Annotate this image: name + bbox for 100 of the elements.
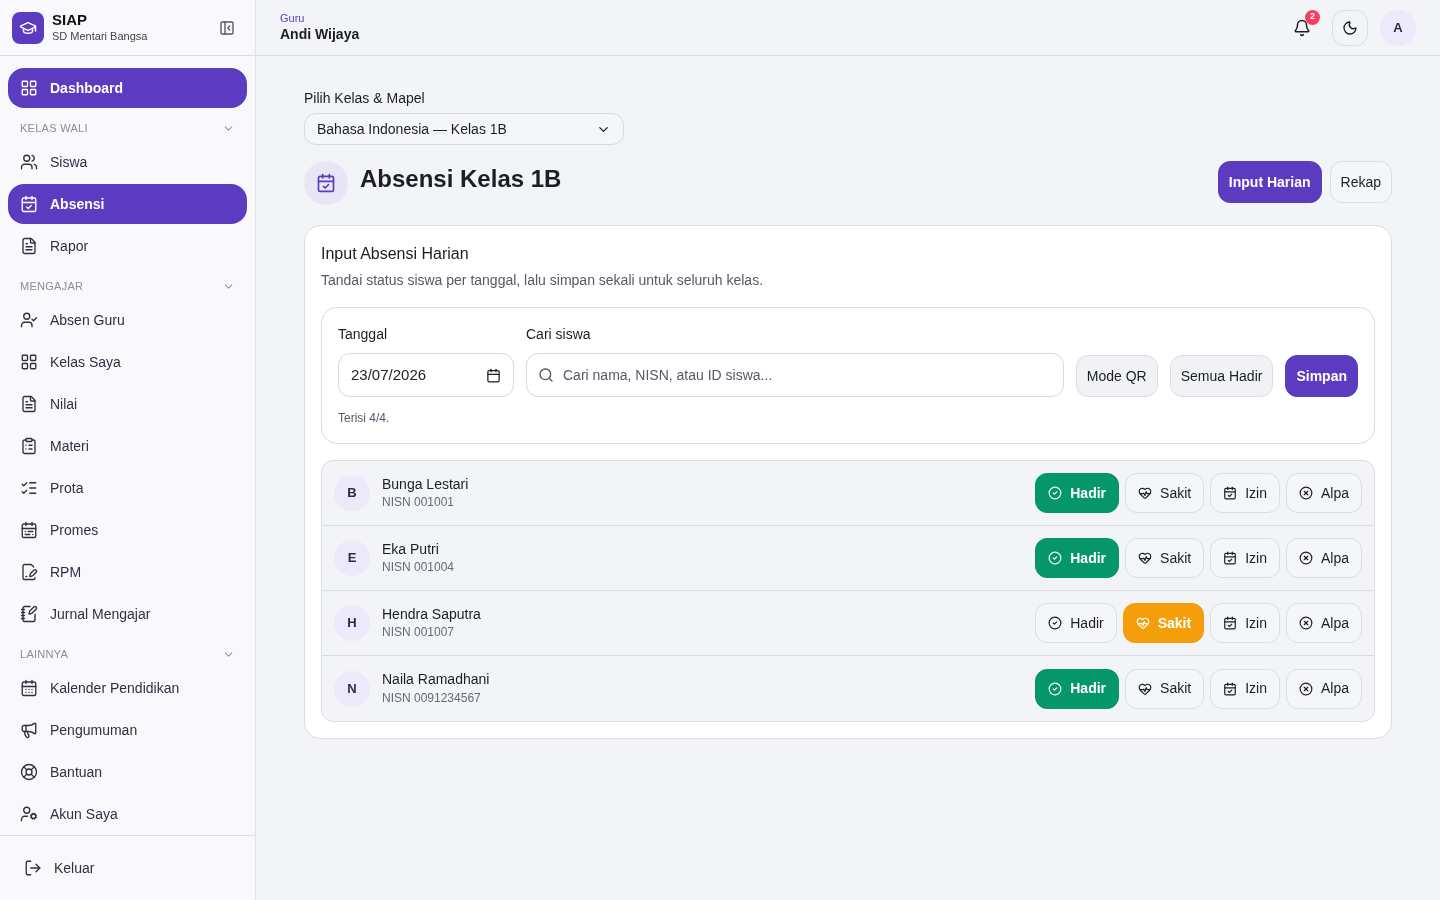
sidebar-item[interactable]: Jurnal Mengajar [8, 594, 247, 634]
student-avatar: H [334, 605, 370, 641]
student-name: Hendra Saputra [382, 605, 482, 624]
filled-count: Terisi 4/4. [338, 410, 391, 427]
document-icon [20, 395, 38, 413]
bell-icon [1293, 18, 1311, 37]
x-circle-icon [1298, 551, 1313, 565]
date-field[interactable]: 23/07/2026 [338, 353, 514, 397]
section-heading: LAINNYA [20, 646, 69, 662]
calendar-check-icon [1223, 616, 1238, 630]
status-button[interactable]: Hadir [1035, 668, 1120, 709]
notifications-button[interactable]: 2 [1284, 9, 1320, 46]
search-label: Cari siswa [526, 325, 592, 344]
user-check-icon [20, 311, 38, 329]
status-button[interactable]: Hadir [1035, 473, 1120, 513]
status-button[interactable]: Alpa [1285, 473, 1362, 513]
card-title: Input Absensi Harian [321, 244, 470, 264]
x-circle-icon [1298, 486, 1313, 500]
check-circle-icon [1048, 616, 1063, 630]
status-button[interactable]: Izin [1210, 473, 1280, 513]
sidebar-item[interactable]: Kalender Pendidikan [8, 668, 247, 708]
lifebuoy-icon [20, 763, 38, 781]
student-avatar: E [334, 540, 370, 576]
calendar-icon [20, 521, 38, 539]
sidebar-item[interactable]: Kelas Saya [8, 342, 247, 382]
sidebar-item[interactable]: Bantuan [8, 752, 247, 792]
sidebar-item[interactable]: Akun Saya [8, 794, 247, 834]
sidebar-item[interactable]: Siswa [8, 142, 247, 182]
logout-icon [24, 859, 42, 877]
sidebar-item[interactable]: Prota [8, 468, 247, 508]
app-name: SIAP [52, 11, 88, 30]
action-button[interactable]: Simpan [1285, 355, 1358, 397]
calendar-check-icon [1223, 486, 1238, 500]
status-button[interactable]: Izin [1210, 603, 1280, 643]
status-button[interactable]: Alpa [1285, 603, 1362, 643]
check-circle-icon [1048, 486, 1063, 500]
status-button[interactable]: Sakit [1125, 668, 1205, 709]
status-button[interactable]: Alpa [1285, 668, 1362, 709]
notebook-pen-icon [20, 605, 38, 623]
sidebar-item[interactable]: Absen Guru [8, 300, 247, 340]
student-name: Bunga Lestari [382, 475, 470, 494]
x-circle-icon [1298, 616, 1313, 630]
status-button[interactable]: Sakit [1125, 473, 1205, 513]
collapse-sidebar-icon[interactable] [219, 19, 235, 36]
student-name: Eka Putri [382, 540, 440, 559]
student-nisn: NISN 001001 [382, 495, 456, 511]
notification-badge: 2 [1305, 9, 1320, 25]
view-tab[interactable]: Input Harian [1217, 161, 1322, 203]
sidebar-item[interactable]: Pengumuman [8, 710, 247, 750]
check-circle-icon [1048, 681, 1063, 696]
view-tab[interactable]: Rekap [1329, 161, 1392, 203]
heart-pulse-icon [1138, 551, 1153, 565]
document-pen-icon [20, 563, 38, 581]
sidebar-item[interactable]: Promes [8, 510, 247, 550]
status-button[interactable]: Hadir [1035, 603, 1117, 643]
heart-pulse-icon [1138, 681, 1153, 696]
grid-icon [20, 79, 38, 97]
card-subtitle: Tandai status siswa per tanggal, lalu simpan sekali untuk seluruh kelas. [321, 271, 765, 290]
student-name: Naila Ramadhani [382, 671, 491, 689]
sidebar-item[interactable]: Rapor [8, 226, 247, 266]
sidebar-item[interactable]: Nilai [8, 384, 247, 424]
search-field[interactable]: Cari nama, NISN, atau ID siswa... [526, 353, 1064, 397]
users-icon [20, 153, 38, 171]
sidebar-item[interactable]: RPM [8, 552, 247, 592]
calendar-check-icon [20, 195, 38, 213]
calendar-check-icon [1223, 681, 1238, 696]
action-button[interactable]: Mode QR [1075, 355, 1158, 397]
grid-icon [20, 353, 38, 371]
status-button[interactable]: Izin [1210, 668, 1280, 709]
user-avatar[interactable]: A [1380, 9, 1416, 46]
user-gear-icon [20, 805, 38, 823]
student-avatar: B [334, 475, 370, 511]
status-button[interactable]: Alpa [1285, 538, 1362, 578]
logo-icon [12, 11, 44, 44]
logout-button[interactable]: Keluar [24, 857, 95, 879]
section-heading: MENGAJAR [20, 278, 84, 294]
status-button[interactable]: Hadir [1035, 538, 1120, 578]
heart-pulse-icon [1135, 616, 1150, 630]
status-button[interactable]: Izin [1210, 538, 1280, 578]
sidebar-item[interactable]: Absensi [8, 184, 247, 224]
document-icon [20, 237, 38, 255]
page-title: Absensi Kelas 1B [360, 164, 562, 194]
sidebar-item[interactable]: Dashboard [8, 68, 247, 108]
user-name: Andi Wijaya [280, 25, 360, 44]
heart-pulse-icon [1138, 486, 1153, 500]
section-heading: KELAS WALI [20, 120, 88, 136]
student-nisn: NISN 001004 [382, 560, 456, 576]
megaphone-icon [20, 721, 38, 739]
theme-toggle-button[interactable] [1332, 9, 1368, 46]
search-icon [538, 367, 554, 383]
school-name: SD Mentari Bangsa [52, 30, 149, 44]
picker-label: Pilih Kelas & Mapel [304, 89, 426, 108]
status-button[interactable]: Sakit [1125, 538, 1205, 578]
action-button[interactable]: Semua Hadir [1169, 355, 1274, 397]
calendar-check-icon [1223, 551, 1238, 565]
date-label: Tanggal [338, 325, 389, 344]
sidebar-item[interactable]: Materi [8, 426, 247, 466]
user-role: Guru [280, 11, 306, 26]
checklist-icon [20, 479, 38, 497]
class-subject-select[interactable]: Bahasa Indonesia — Kelas 1B [304, 113, 624, 145]
